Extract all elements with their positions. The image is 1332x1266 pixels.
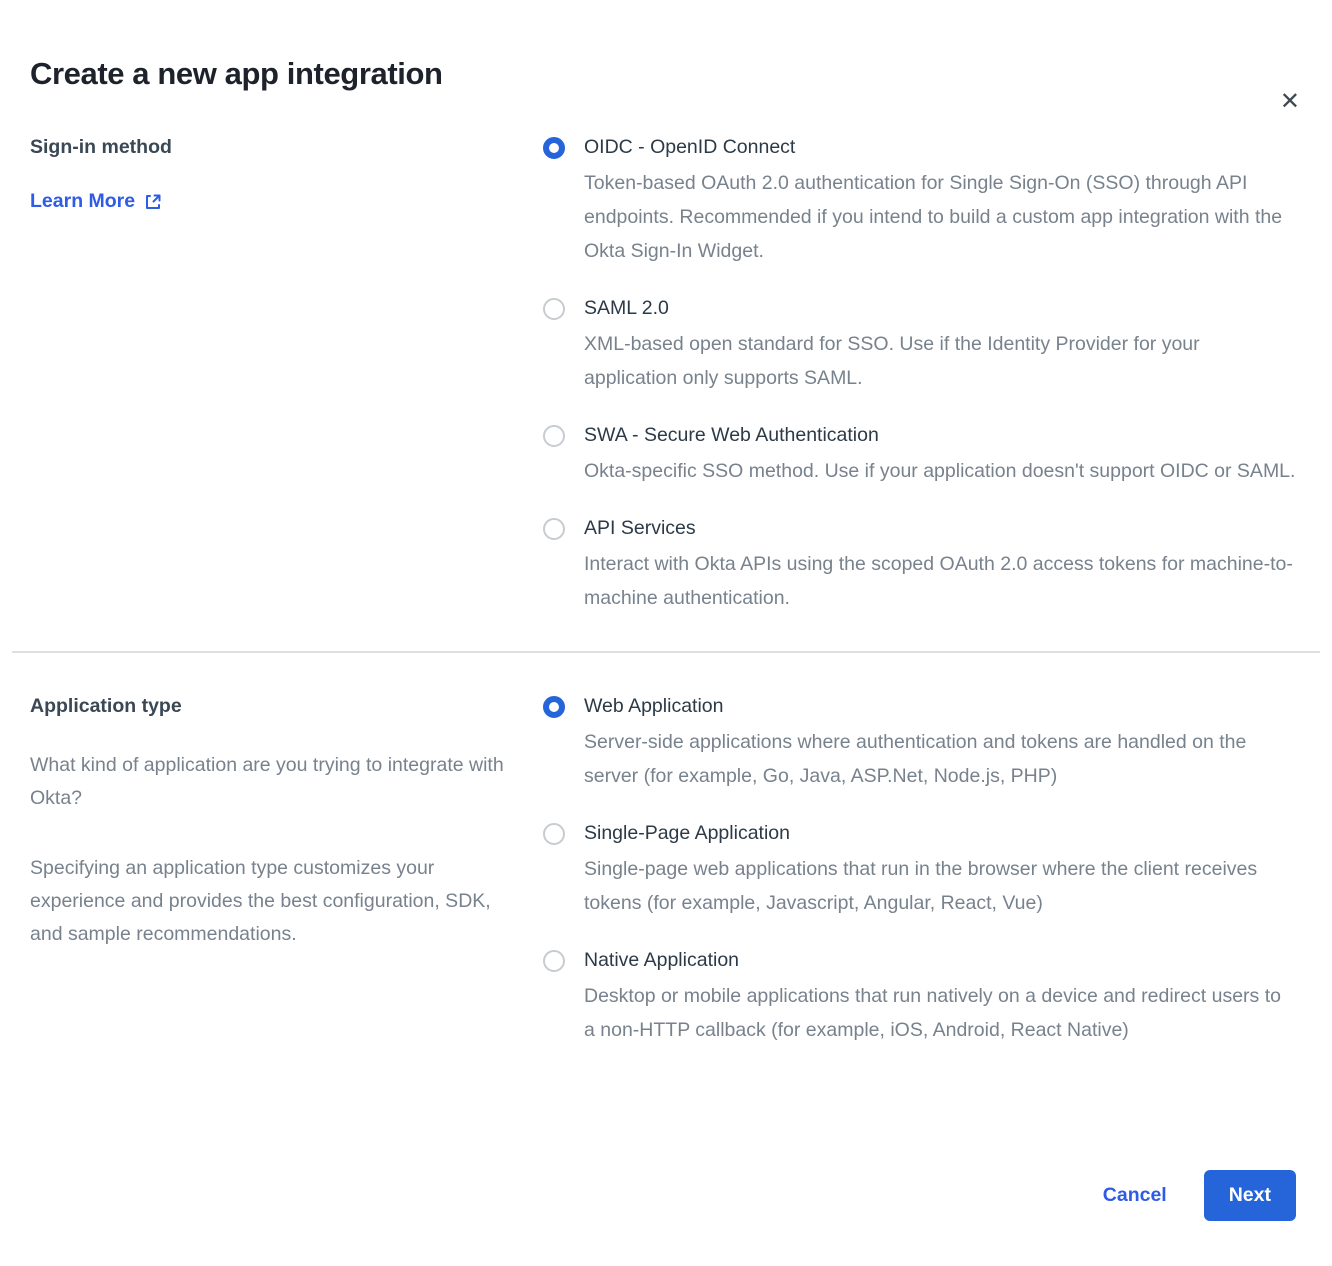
learn-more-link[interactable]: Learn More — [30, 190, 162, 213]
next-button[interactable]: Next — [1204, 1170, 1296, 1221]
radio-option-description: Single-page web applications that run in… — [584, 852, 1296, 920]
radio-option-saml[interactable]: SAML 2.0 XML-based open standard for SSO… — [543, 297, 1296, 395]
radio-option-api-services[interactable]: API Services Interact with Okta APIs usi… — [543, 517, 1296, 615]
radio-option-swa[interactable]: SWA - Secure Web Authentication Okta-spe… — [543, 424, 1296, 488]
radio-selected-icon[interactable] — [543, 696, 565, 718]
learn-more-label: Learn More — [30, 190, 135, 213]
radio-unselected-icon[interactable] — [543, 950, 565, 972]
radio-option-native-application[interactable]: Native Application Desktop or mobile app… — [543, 949, 1296, 1047]
radio-option-oidc[interactable]: OIDC - OpenID Connect Token-based OAuth … — [543, 136, 1296, 268]
radio-unselected-icon[interactable] — [543, 518, 565, 540]
radio-option-web-application[interactable]: Web Application Server-side applications… — [543, 695, 1296, 793]
signin-method-section: Sign-in method Learn More OIDC - OpenID … — [0, 92, 1332, 615]
radio-option-label[interactable]: Single-Page Application — [584, 822, 790, 845]
application-type-intro: What kind of application are you trying … — [30, 749, 508, 815]
radio-option-label[interactable]: Native Application — [584, 949, 739, 972]
radio-unselected-icon[interactable] — [543, 425, 565, 447]
radio-option-label[interactable]: SWA - Secure Web Authentication — [584, 424, 879, 447]
page-title: Create a new app integration — [30, 56, 1332, 92]
radio-option-description: Interact with Okta APIs using the scoped… — [584, 547, 1296, 615]
radio-option-description: Okta-specific SSO method. Use if your ap… — [584, 454, 1296, 488]
radio-option-description: XML-based open standard for SSO. Use if … — [584, 327, 1296, 395]
radio-option-label[interactable]: Web Application — [584, 695, 723, 718]
radio-option-single-page-application[interactable]: Single-Page Application Single-page web … — [543, 822, 1296, 920]
radio-option-description: Desktop or mobile applications that run … — [584, 979, 1296, 1047]
radio-option-description: Token-based OAuth 2.0 authentication for… — [584, 166, 1296, 268]
radio-unselected-icon[interactable] — [543, 298, 565, 320]
modal-footer: Cancel Next — [1103, 1170, 1296, 1221]
radio-option-label[interactable]: OIDC - OpenID Connect — [584, 136, 795, 159]
radio-option-label[interactable]: SAML 2.0 — [584, 297, 669, 320]
radio-option-label[interactable]: API Services — [584, 517, 696, 540]
radio-selected-icon[interactable] — [543, 137, 565, 159]
create-app-integration-modal: ✕ Create a new app integration Sign-in m… — [0, 56, 1332, 1047]
application-type-section: Application type What kind of applicatio… — [0, 653, 1332, 1047]
radio-option-description: Server-side applications where authentic… — [584, 725, 1296, 793]
radio-unselected-icon[interactable] — [543, 823, 565, 845]
close-icon[interactable]: ✕ — [1280, 90, 1300, 114]
cancel-button[interactable]: Cancel — [1103, 1184, 1167, 1207]
external-link-icon — [144, 193, 162, 211]
application-type-heading: Application type — [30, 695, 543, 718]
application-type-note: Specifying an application type customize… — [30, 852, 508, 951]
signin-method-heading: Sign-in method — [30, 136, 543, 159]
